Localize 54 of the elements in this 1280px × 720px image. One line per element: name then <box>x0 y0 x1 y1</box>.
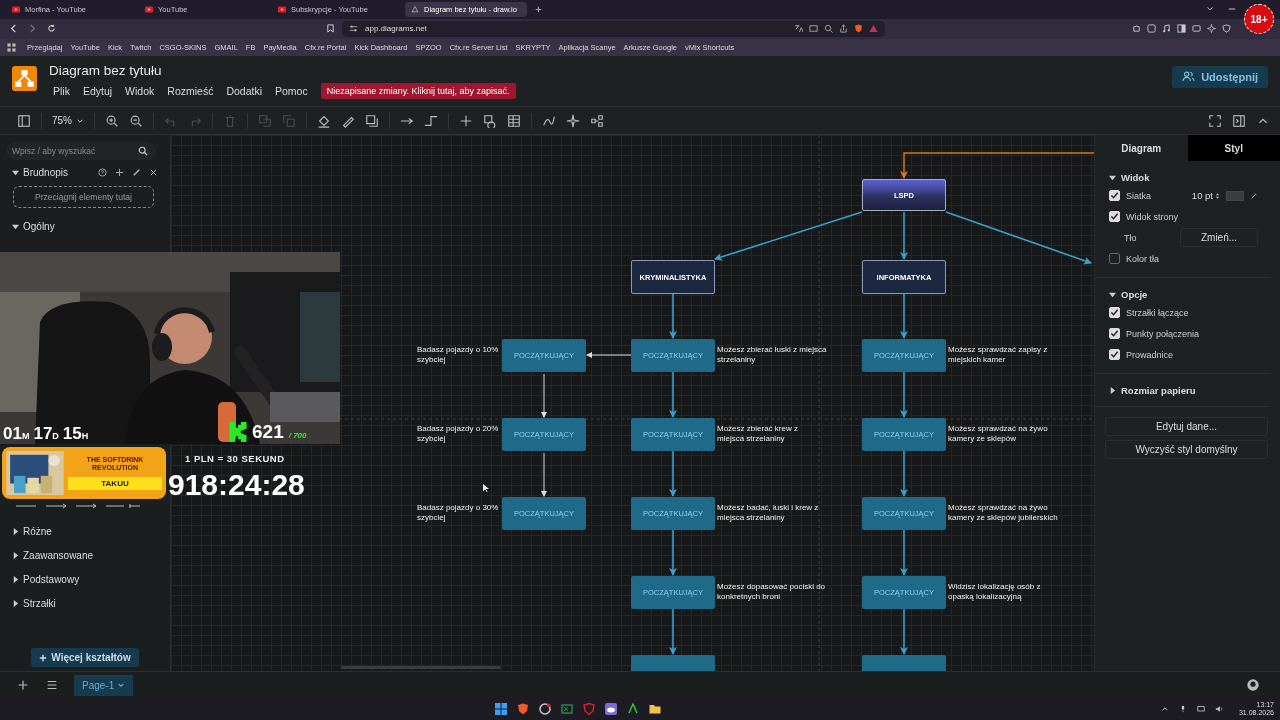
section-header[interactable]: Widok <box>1121 171 1150 183</box>
rate-label: 1 PLN = 30 SEKUND <box>185 453 285 464</box>
section-header[interactable]: Różne <box>23 525 52 537</box>
section-header[interactable]: Opcje <box>1121 288 1148 300</box>
option-label: Siatka <box>1126 190 1151 201</box>
section-header[interactable]: Rozmiar papieru <box>1121 384 1196 396</box>
section-header[interactable]: Zaawansowane <box>23 549 94 561</box>
node-note[interactable]: Możesz badać, łuski i krew z miejsca strzelaniny <box>717 503 827 522</box>
menu-item[interactable]: Pomoc <box>275 84 308 97</box>
zoom-dropdown[interactable]: 75% <box>52 115 72 126</box>
panel-button[interactable]: Edytuj dane... <box>1105 417 1268 437</box>
panel-tab[interactable]: Styl <box>1187 135 1280 162</box>
node-note[interactable]: Badasz pojazdy o 20% szybciej <box>417 424 499 443</box>
countdown-value: 15H <box>62 424 89 444</box>
section-header[interactable]: Podstawowy <box>23 573 80 585</box>
drop-zone[interactable]: Przeciągnij elementy tutaj <box>13 186 154 209</box>
node-note[interactable]: Możesz zbierać krew z miejsca strzelaniny <box>717 424 827 443</box>
subathon-timer: 918:24:28 <box>168 468 305 502</box>
grid-size-field[interactable]: 10 pt <box>1191 190 1220 202</box>
document-title[interactable]: Diagram bez tytułu <box>49 62 516 78</box>
countdown-value: 01M <box>3 424 30 444</box>
menu-item[interactable]: Widok <box>125 84 155 97</box>
node-note[interactable]: Widzisz lokalizację osób z opaską lokalizacyjną <box>948 582 1058 601</box>
subscriber-count: 621 <box>252 421 284 443</box>
option-label: Widok strony <box>1126 211 1178 222</box>
option-label: Strzałki łączące <box>1126 307 1189 318</box>
change-button[interactable]: Zmień... <box>1180 228 1258 248</box>
node-note[interactable]: Możesz sprawdzać zapisy z miejskich kamer <box>948 345 1058 364</box>
age-badge: 18+ <box>1244 4 1274 34</box>
menu-item[interactable]: Dodatki <box>226 84 262 97</box>
node-note[interactable]: Możesz zbierać łuski z miejsca strzelaniny <box>717 345 827 364</box>
option-label: Kolor tła <box>1126 253 1160 264</box>
panel-button[interactable]: Wyczyść styl domyślny <box>1105 440 1268 460</box>
section-header[interactable]: Ogólny <box>23 220 55 232</box>
share-button[interactable]: Udostępnij <box>1172 65 1268 88</box>
menu-item[interactable]: Edytuj <box>82 84 113 97</box>
page-tab[interactable]: Page-1 <box>74 674 134 696</box>
node-note[interactable]: Możesz sprawdzać na żywo kamery ze sklepów jubilerskich <box>948 503 1058 522</box>
option-label: Punkty połączenia <box>1126 328 1200 339</box>
menu-item[interactable]: Rozmieść <box>167 84 214 97</box>
subscriber-goal: / 700 <box>288 431 307 440</box>
section-header[interactable]: Strzałki <box>23 597 56 609</box>
more-shapes-button[interactable]: Więcej kształtów <box>31 648 139 668</box>
menu-item[interactable]: Plik <box>53 84 70 97</box>
option-label: Tło <box>1124 232 1137 243</box>
node-note[interactable]: Możesz sprawdzać na żywo kamery ze sklepów <box>948 424 1058 443</box>
node-note[interactable]: Badasz pojazdy o 30% szybciej <box>417 503 499 522</box>
node-note[interactable]: Możesz dopasować pociski do konkretnych broni <box>717 582 827 601</box>
unsaved-changes-notice[interactable]: Niezapisane zmiany. Kliknij tutaj, aby zapisać. <box>320 82 516 99</box>
section-header[interactable]: Brudnopis <box>23 166 69 178</box>
address-bar[interactable]: app.diagrams.net <box>342 20 885 37</box>
option-label: Prowadnice <box>1126 349 1174 360</box>
countdown-value: 17D <box>33 424 59 444</box>
node-note[interactable]: Badasz pojazdy o 10% szybciej <box>417 345 499 364</box>
